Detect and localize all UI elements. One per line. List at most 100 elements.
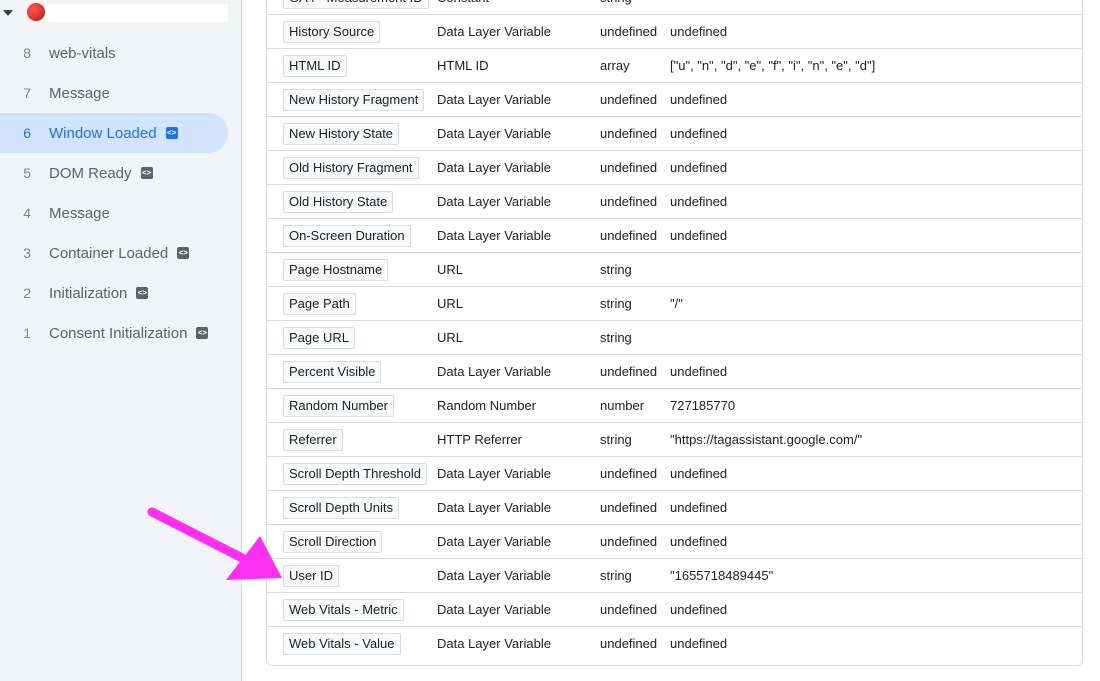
variable-data-type: undefined <box>600 534 658 549</box>
variable-data-type: string <box>600 568 632 583</box>
variable-type: Data Layer Variable <box>437 194 551 209</box>
table-row: Web Vitals - Value Data Layer Variable und… <box>267 627 1082 661</box>
variable-value: "https://tagassistant.google.com/" <box>670 432 863 447</box>
variable-value: ["u", "n", "d", "e", "f", "i", "n", "e",… <box>670 58 876 73</box>
variable-name-chip[interactable]: Web Vitals - Value <box>283 633 401 655</box>
variable-value: undefined <box>670 228 728 243</box>
table-row: Scroll Depth Threshold Data Layer Variabl… <box>267 457 1082 491</box>
sidebar: 8 web-vitals 7 Message 6 Window Loaded <> 5 DOM … <box>0 0 242 681</box>
variable-data-type: undefined <box>600 24 658 39</box>
variable-type: URL <box>437 330 464 345</box>
variable-type: Data Layer Variable <box>437 466 551 481</box>
table-row: New History State Data Layer Variable unde… <box>267 117 1082 151</box>
table-row: Old History Fragment Data Layer Variable u… <box>267 151 1082 185</box>
variable-name-chip[interactable]: Page Hostname <box>283 259 389 281</box>
container-header[interactable] <box>0 0 242 26</box>
event-number: 7 <box>23 85 31 101</box>
variable-data-type: undefined <box>600 602 658 617</box>
variable-data-type: string <box>600 330 632 345</box>
sidebar-event-item[interactable]: 6 Window Loaded <> <box>0 113 228 153</box>
variable-data-type: undefined <box>600 636 658 651</box>
variable-type: URL <box>437 296 464 311</box>
variable-name-chip[interactable]: New History State <box>283 123 400 145</box>
code-brackets-icon: <> <box>177 247 190 259</box>
event-number: 6 <box>23 125 31 141</box>
variable-value: undefined <box>670 126 728 141</box>
variable-data-type: undefined <box>600 364 658 379</box>
sidebar-event-item[interactable]: 1 Consent Initialization <> <box>0 313 228 353</box>
event-label: Container Loaded <box>49 244 169 262</box>
event-number: 4 <box>23 205 31 221</box>
variable-type: Data Layer Variable <box>437 500 551 515</box>
variable-name-chip[interactable]: History Source <box>283 21 381 43</box>
variable-name-chip[interactable]: Web Vitals - Metric <box>283 599 404 621</box>
table-row: Random Number Random Number number 72718577… <box>267 389 1082 423</box>
container-name-redacted <box>45 4 228 22</box>
code-brackets-icon: <> <box>136 287 149 299</box>
sidebar-event-item[interactable]: 7 Message <box>0 73 228 113</box>
variable-name-chip[interactable]: HTML ID <box>283 55 347 77</box>
variable-type: Random Number <box>437 398 536 413</box>
code-brackets-icon: <> <box>196 327 209 339</box>
variable-value: 727185770 <box>670 398 736 413</box>
variable-name-chip[interactable]: Random Number <box>283 395 394 417</box>
variable-name-chip[interactable]: Scroll Depth Threshold <box>283 463 427 485</box>
collapse-caret-icon[interactable] <box>3 10 13 16</box>
variable-data-type: undefined <box>600 160 658 175</box>
variable-value: undefined <box>670 466 728 481</box>
event-label: Initialization <box>49 284 128 302</box>
code-brackets-icon: <> <box>140 167 153 179</box>
variable-value: undefined <box>670 92 728 107</box>
variable-name-chip[interactable]: Scroll Direction <box>283 531 383 553</box>
sidebar-event-item[interactable]: 5 DOM Ready <> <box>0 153 228 193</box>
sidebar-event-item[interactable]: 2 Initialization <> <box>0 273 228 313</box>
variable-data-type: array <box>600 58 630 73</box>
variable-data-type: string <box>600 432 632 447</box>
variable-name-chip[interactable]: Page URL <box>283 327 355 349</box>
variable-data-type: undefined <box>600 194 658 209</box>
event-label: Consent Initialization <box>49 324 188 342</box>
event-number: 3 <box>23 245 31 261</box>
sidebar-event-item[interactable]: 8 web-vitals <box>0 33 228 73</box>
sidebar-event-item[interactable]: 3 Container Loaded <> <box>0 233 228 273</box>
variable-data-type: string <box>600 0 632 15</box>
event-number: 1 <box>23 325 31 341</box>
variable-name-chip[interactable]: Percent Visible <box>283 361 382 383</box>
variable-value: undefined <box>670 534 728 549</box>
variable-name-chip[interactable]: Referrer <box>283 429 343 451</box>
event-label: Window Loaded <box>49 124 157 142</box>
variable-type: Data Layer Variable <box>437 24 551 39</box>
status-dot-icon <box>27 3 45 21</box>
table-row: Scroll Depth Units Data Layer Variable und… <box>267 491 1082 525</box>
variable-value: undefined <box>670 24 728 39</box>
table-row: Page Path URL string "/" <box>267 287 1082 321</box>
variable-name-chip[interactable]: Old History State <box>283 191 394 213</box>
table-row: HTML ID HTML ID array ["u", "n", "d", "e", … <box>267 49 1082 83</box>
variable-name-chip[interactable]: Scroll Depth Units <box>283 497 400 519</box>
table-row: Referrer HTTP Referrer string "https://taga… <box>267 423 1082 457</box>
variable-name-chip[interactable]: GA4 - Measurement ID <box>283 0 429 9</box>
variable-name-chip[interactable]: Old History Fragment <box>283 157 419 179</box>
variable-value: undefined <box>670 364 728 379</box>
table-row: New History Fragment Data Layer Variable u… <box>267 83 1082 117</box>
variable-name-chip[interactable]: On-Screen Duration <box>283 225 411 247</box>
event-label: web-vitals <box>49 44 116 62</box>
sidebar-event-item[interactable]: 4 Message <box>0 193 228 233</box>
variable-name-chip[interactable]: User ID <box>283 565 340 587</box>
table-row: Page URL URL string <box>267 321 1082 355</box>
table-row: User ID Data Layer Variable string "1655718… <box>267 559 1082 593</box>
variable-value: undefined <box>670 194 728 209</box>
event-label: DOM Ready <box>49 164 132 182</box>
variable-data-type: undefined <box>600 126 658 141</box>
variable-type: Data Layer Variable <box>437 602 551 617</box>
table-row: Web Vitals - Metric Data Layer Variable un… <box>267 593 1082 627</box>
event-number: 2 <box>23 285 31 301</box>
variable-type: Constant <box>437 0 489 15</box>
variable-type: Data Layer Variable <box>437 636 551 651</box>
variable-data-type: string <box>600 262 632 277</box>
variable-value: undefined <box>670 636 728 651</box>
variable-name-chip[interactable]: New History Fragment <box>283 89 425 111</box>
variable-name-chip[interactable]: Page Path <box>283 293 356 315</box>
code-brackets-icon: <> <box>165 127 178 139</box>
variable-type: Data Layer Variable <box>437 92 551 107</box>
